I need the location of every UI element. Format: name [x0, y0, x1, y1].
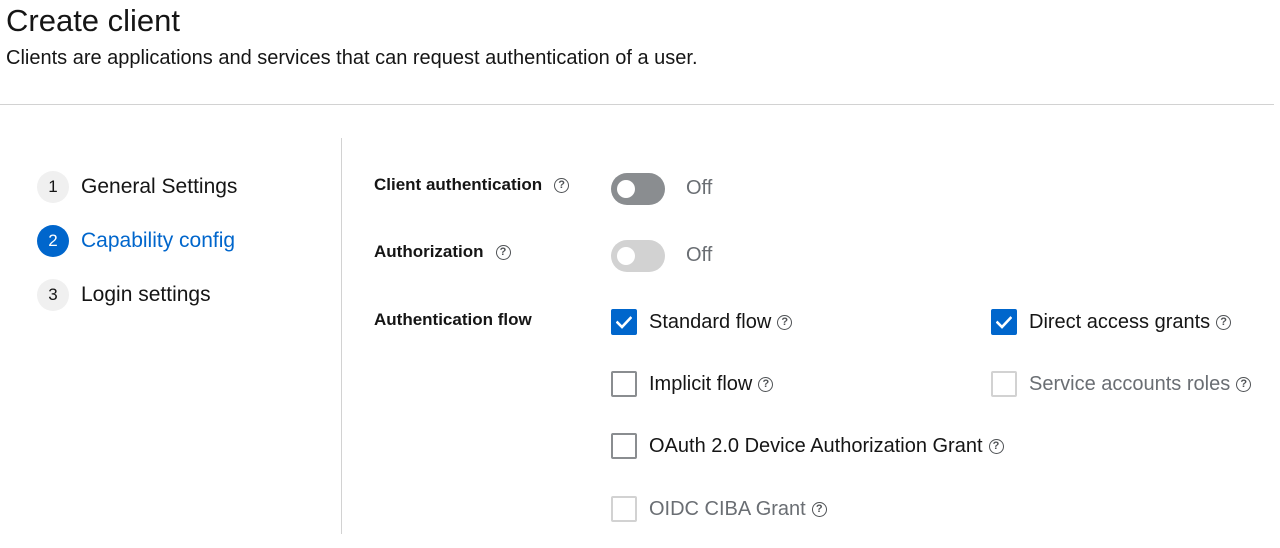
implicit-flow-checkbox[interactable]	[611, 371, 637, 397]
authorization-state: Off	[686, 244, 713, 266]
help-circle-icon[interactable]: ?	[1236, 376, 1252, 392]
switch-knob	[617, 180, 635, 198]
switch-knob	[617, 247, 635, 265]
implicit-flow-option[interactable]: Implicit flow ?	[611, 370, 774, 398]
service-accounts-roles-label: Service accounts roles	[1029, 372, 1231, 395]
help-circle-icon[interactable]: ?	[554, 177, 570, 193]
help-circle-icon[interactable]: ?	[495, 244, 511, 260]
help-circle-icon[interactable]: ?	[758, 376, 774, 392]
authorization-switch[interactable]	[611, 240, 665, 272]
wizard-divider	[341, 138, 342, 534]
wizard-step-capability-config[interactable]: 2 Capability config	[37, 225, 235, 257]
step-number: 1	[37, 171, 69, 203]
client-authentication-field: Client authentication ?	[374, 175, 570, 195]
authentication-flow-label: Authentication flow	[374, 310, 532, 329]
direct-access-grants-label: Direct access grants	[1029, 310, 1211, 333]
step-number: 3	[37, 279, 69, 311]
oauth-device-grant-option[interactable]: OAuth 2.0 Device Authorization Grant ?	[611, 432, 1004, 460]
authorization-label: Authorization	[374, 242, 484, 261]
help-circle-icon[interactable]: ?	[1216, 314, 1232, 330]
client-authentication-state: Off	[686, 177, 713, 199]
help-circle-icon[interactable]: ?	[811, 501, 827, 517]
step-label: General Settings	[81, 175, 238, 198]
header-divider	[0, 104, 1274, 105]
standard-flow-option[interactable]: Standard flow ?	[611, 308, 793, 336]
client-authentication-label: Client authentication	[374, 175, 543, 194]
step-label: Capability config	[81, 229, 236, 252]
oidc-ciba-grant-label: OIDC CIBA Grant	[649, 497, 806, 520]
standard-flow-checkbox[interactable]	[611, 309, 637, 335]
oidc-ciba-grant-option: OIDC CIBA Grant ?	[611, 495, 827, 523]
direct-access-grants-checkbox[interactable]	[991, 309, 1017, 335]
client-authentication-switch[interactable]	[611, 173, 665, 205]
page-subtitle: Clients are applications and services th…	[6, 47, 698, 69]
help-circle-icon[interactable]: ?	[777, 314, 793, 330]
oauth-device-grant-label: OAuth 2.0 Device Authorization Grant	[649, 434, 983, 457]
wizard-step-login-settings[interactable]: 3 Login settings	[37, 279, 211, 311]
oauth-device-grant-checkbox[interactable]	[611, 433, 637, 459]
service-accounts-roles-checkbox	[991, 371, 1017, 397]
oidc-ciba-grant-checkbox	[611, 496, 637, 522]
direct-access-grants-option[interactable]: Direct access grants ?	[991, 308, 1232, 336]
implicit-flow-label: Implicit flow	[649, 372, 753, 395]
step-label: Login settings	[81, 283, 211, 306]
service-accounts-roles-option: Service accounts roles ?	[991, 370, 1252, 398]
step-number: 2	[37, 225, 69, 257]
standard-flow-label: Standard flow	[649, 310, 772, 333]
checkmark-icon	[616, 315, 632, 329]
authorization-field: Authorization ?	[374, 242, 511, 262]
checkmark-icon	[996, 315, 1012, 329]
help-circle-icon[interactable]: ?	[988, 438, 1004, 454]
wizard-step-general-settings[interactable]: 1 General Settings	[37, 171, 237, 203]
page-title: Create client	[6, 3, 181, 38]
